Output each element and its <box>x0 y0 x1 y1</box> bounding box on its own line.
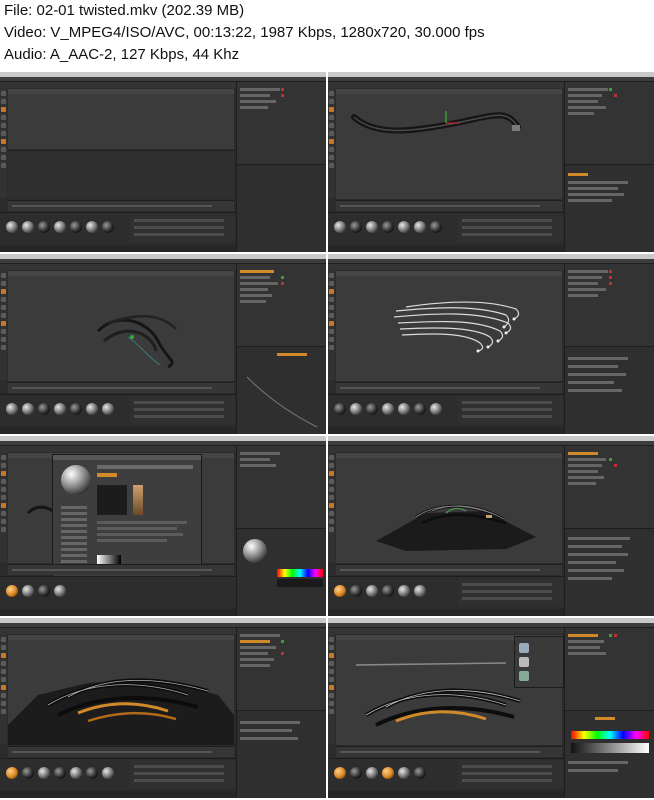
audio-info-line: Audio: A_AAC-2, 127 Kbps, 44 Khz <box>4 46 240 63</box>
viewport <box>8 635 234 745</box>
attribute-manager <box>565 164 654 252</box>
object-manager <box>236 264 326 434</box>
viewport <box>8 271 234 381</box>
floating-panel <box>514 636 564 688</box>
object-manager <box>564 628 654 798</box>
timeline <box>8 200 234 211</box>
left-tool-palette <box>0 270 7 380</box>
object-manager <box>236 628 326 798</box>
status-bar <box>0 245 236 252</box>
twisted-cables-object <box>96 315 177 369</box>
video-info-line: Video: V_MPEG4/ISO/AVC, 00:13:22, 1987 K… <box>4 24 485 41</box>
thumbnail-grid <box>0 72 654 800</box>
thumbnail-1 <box>0 72 326 252</box>
tube-object <box>351 111 521 134</box>
viewport <box>336 271 562 381</box>
color-picker-spectrum <box>571 731 649 739</box>
thumbnail-6 <box>328 436 654 616</box>
thumbnail-2 <box>328 72 654 252</box>
attribute-manager <box>565 528 654 616</box>
attribute-manager <box>237 710 326 798</box>
coordinates-panel <box>130 214 234 242</box>
object-manager <box>564 446 654 616</box>
left-tool-palette <box>328 88 335 198</box>
left-tool-palette <box>0 634 7 744</box>
bundle-strands-object <box>393 301 520 353</box>
thumbnail-8 <box>328 618 654 798</box>
left-tool-palette <box>328 634 335 744</box>
terrain-closeup-object <box>8 678 234 745</box>
file-name-line: File: 02-01 twisted.mkv (202.39 MB) <box>4 2 245 19</box>
viewport <box>336 89 562 199</box>
attribute-manager <box>237 346 326 434</box>
thumbnail-3 <box>0 254 326 434</box>
left-tool-palette <box>328 452 335 562</box>
viewport <box>336 453 562 563</box>
object-manager <box>236 82 326 252</box>
attribute-manager <box>565 346 654 434</box>
terrain-cables-object <box>376 504 536 551</box>
left-tool-palette <box>0 452 7 562</box>
thumbnail-7 <box>0 618 326 798</box>
material-preview-sphere <box>61 465 91 495</box>
viewport <box>8 89 234 149</box>
object-manager <box>564 264 654 434</box>
object-manager <box>564 82 654 252</box>
object-manager <box>236 446 326 616</box>
file-info-header: File: 02-01 twisted.mkv (202.39 MB) Vide… <box>0 0 654 72</box>
thumbnail-4 <box>328 254 654 434</box>
left-tool-palette <box>0 88 7 198</box>
attribute-manager <box>237 164 326 252</box>
attribute-manager <box>565 710 654 798</box>
color-picker-spectrum <box>277 569 323 577</box>
thumbnail-5 <box>0 436 326 616</box>
attribute-manager <box>237 528 326 616</box>
material-manager <box>0 576 236 609</box>
left-tool-palette <box>328 270 335 380</box>
bottom-panel <box>8 150 234 199</box>
